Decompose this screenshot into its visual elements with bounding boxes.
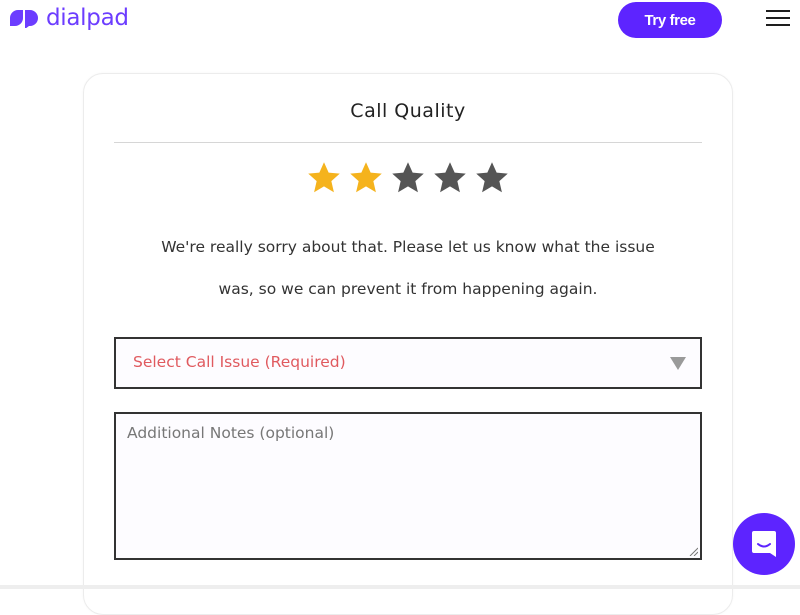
apology-message: We're really sorry about that. Please le… xyxy=(161,238,655,298)
star-empty-icon[interactable] xyxy=(390,160,426,196)
resize-handle-icon[interactable] xyxy=(688,546,698,556)
star-rating xyxy=(306,160,510,196)
card-title: Call Quality xyxy=(350,100,466,122)
page-bottom-edge xyxy=(0,585,800,589)
chat-launcher-button[interactable] xyxy=(733,513,795,575)
star-filled-icon[interactable] xyxy=(306,160,342,196)
title-divider xyxy=(114,142,702,143)
chat-bubble-smile-icon xyxy=(752,531,776,557)
brand-name: dialpad xyxy=(46,5,129,31)
call-issue-select[interactable]: Select Call Issue (Required) xyxy=(114,337,702,389)
try-free-button[interactable]: Try free xyxy=(618,2,722,38)
dialpad-logo-icon xyxy=(10,10,38,28)
star-empty-icon[interactable] xyxy=(474,160,510,196)
star-empty-icon[interactable] xyxy=(432,160,468,196)
dropdown-triangle-icon xyxy=(670,357,686,370)
hamburger-menu-icon[interactable] xyxy=(766,10,790,30)
call-issue-select-value: Select Call Issue (Required) xyxy=(133,353,346,371)
additional-notes-textarea[interactable]: Additional Notes (optional) xyxy=(114,412,702,560)
star-filled-icon[interactable] xyxy=(348,160,384,196)
dialpad-logo[interactable]: dialpad xyxy=(8,4,129,32)
feedback-card: Call Quality We're really sorry about th… xyxy=(83,73,733,615)
additional-notes-placeholder: Additional Notes (optional) xyxy=(127,424,335,442)
top-navigation: dialpad Try free xyxy=(0,0,800,40)
